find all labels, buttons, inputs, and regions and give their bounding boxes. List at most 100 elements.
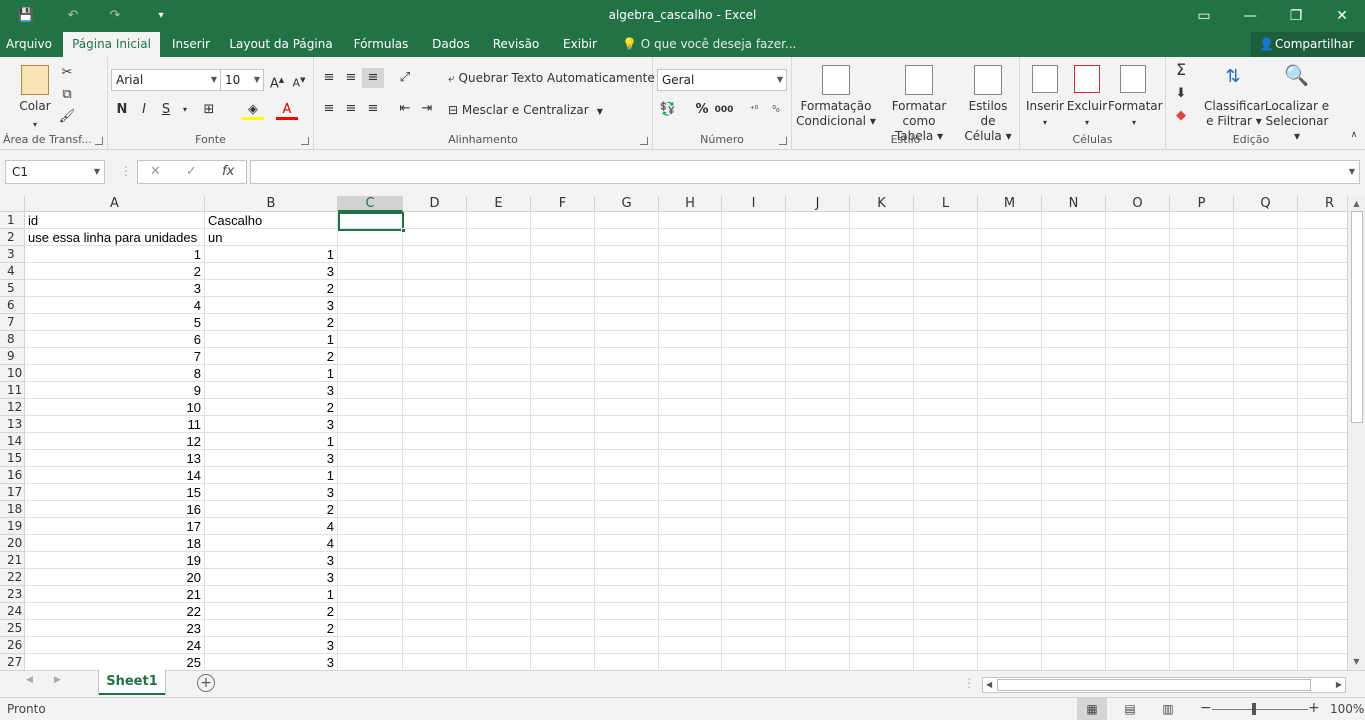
tab-review[interactable]: Revisão [485, 32, 547, 57]
cell-a24[interactable]: 22 [25, 603, 205, 620]
horizontal-scrollbar[interactable]: ◀ ▶ [982, 677, 1346, 693]
cell-p2[interactable] [1170, 229, 1234, 246]
cell-n26[interactable] [1042, 637, 1106, 654]
cell-d14[interactable] [403, 433, 467, 450]
cell-d22[interactable] [403, 569, 467, 586]
cell-k18[interactable] [850, 501, 914, 518]
paste-dropdown-icon[interactable]: ▾ [30, 117, 40, 132]
cell-j14[interactable] [786, 433, 850, 450]
cell-o15[interactable] [1106, 450, 1170, 467]
zoom-slider[interactable]: − + [1200, 700, 1320, 716]
cell-b3[interactable]: 1 [205, 246, 338, 263]
cell-c18[interactable] [338, 501, 403, 518]
cell-h6[interactable] [659, 297, 722, 314]
cell-b26[interactable]: 3 [205, 637, 338, 654]
row-header[interactable]: 23 [0, 586, 25, 603]
comma-style-button[interactable]: 000 [713, 100, 735, 120]
cell-a1[interactable]: id [25, 212, 205, 229]
cell-k4[interactable] [850, 263, 914, 280]
cell-n17[interactable] [1042, 484, 1106, 501]
accounting-format-icon[interactable]: 💱 [657, 100, 679, 120]
cell-l18[interactable] [914, 501, 978, 518]
cell-k23[interactable] [850, 586, 914, 603]
active-cell-c1[interactable] [338, 212, 406, 233]
cell-n25[interactable] [1042, 620, 1106, 637]
grow-font-icon[interactable]: A▲ [266, 70, 288, 91]
cell-o4[interactable] [1106, 263, 1170, 280]
cell-a11[interactable]: 9 [25, 382, 205, 399]
format-painter-icon[interactable]: 🖌 [56, 107, 78, 127]
cell-c15[interactable] [338, 450, 403, 467]
cell-p20[interactable] [1170, 535, 1234, 552]
cell-c14[interactable] [338, 433, 403, 450]
cell-p11[interactable] [1170, 382, 1234, 399]
cell-d9[interactable] [403, 348, 467, 365]
cell-i26[interactable] [722, 637, 786, 654]
cell-c11[interactable] [338, 382, 403, 399]
cell-i18[interactable] [722, 501, 786, 518]
cell-i4[interactable] [722, 263, 786, 280]
align-middle-icon[interactable]: ≡ [340, 68, 362, 88]
cell-b1[interactable]: Cascalho [205, 212, 338, 229]
cell-l14[interactable] [914, 433, 978, 450]
cell-n8[interactable] [1042, 331, 1106, 348]
cell-n1[interactable] [1042, 212, 1106, 229]
cell-j9[interactable] [786, 348, 850, 365]
cell-h21[interactable] [659, 552, 722, 569]
close-icon[interactable]: ✕ [1319, 0, 1365, 32]
cell-j15[interactable] [786, 450, 850, 467]
restore-icon[interactable]: ❐ [1273, 0, 1319, 32]
cell-n11[interactable] [1042, 382, 1106, 399]
tab-data[interactable]: Dados [424, 32, 478, 57]
cell-j13[interactable] [786, 416, 850, 433]
cell-f3[interactable] [531, 246, 595, 263]
cell-l21[interactable] [914, 552, 978, 569]
cell-q5[interactable] [1234, 280, 1298, 297]
column-header-b[interactable]: B [205, 196, 338, 212]
cell-k22[interactable] [850, 569, 914, 586]
cell-l9[interactable] [914, 348, 978, 365]
cell-l25[interactable] [914, 620, 978, 637]
cell-p9[interactable] [1170, 348, 1234, 365]
cell-j21[interactable] [786, 552, 850, 569]
row-header[interactable]: 22 [0, 569, 25, 586]
cell-c23[interactable] [338, 586, 403, 603]
cell-b5[interactable]: 2 [205, 280, 338, 297]
cell-k5[interactable] [850, 280, 914, 297]
cell-q16[interactable] [1234, 467, 1298, 484]
cell-i6[interactable] [722, 297, 786, 314]
cell-j6[interactable] [786, 297, 850, 314]
cell-q4[interactable] [1234, 263, 1298, 280]
align-left-icon[interactable]: ≡ [318, 99, 340, 119]
cell-m13[interactable] [978, 416, 1042, 433]
column-header-p[interactable]: P [1170, 196, 1234, 212]
cell-l3[interactable] [914, 246, 978, 263]
cell-c2[interactable] [338, 229, 403, 246]
cell-l20[interactable] [914, 535, 978, 552]
cell-j10[interactable] [786, 365, 850, 382]
cell-m14[interactable] [978, 433, 1042, 450]
cell-c13[interactable] [338, 416, 403, 433]
cell-q8[interactable] [1234, 331, 1298, 348]
cell-q22[interactable] [1234, 569, 1298, 586]
cell-q17[interactable] [1234, 484, 1298, 501]
cell-a25[interactable]: 23 [25, 620, 205, 637]
cell-a3[interactable]: 1 [25, 246, 205, 263]
cell-f20[interactable] [531, 535, 595, 552]
cell-a5[interactable]: 3 [25, 280, 205, 297]
cell-l16[interactable] [914, 467, 978, 484]
cell-k21[interactable] [850, 552, 914, 569]
cell-i7[interactable] [722, 314, 786, 331]
bold-button[interactable]: N [111, 100, 133, 120]
cell-o16[interactable] [1106, 467, 1170, 484]
horizontal-scroll-thumb[interactable] [997, 679, 1311, 691]
column-header-c[interactable]: C [338, 196, 403, 212]
cell-o10[interactable] [1106, 365, 1170, 382]
copy-icon[interactable]: ⧉ [56, 85, 78, 105]
cell-c5[interactable] [338, 280, 403, 297]
worksheet-grid[interactable]: ABCDEFGHIJKLMNOPQR 1 id Cascalho 2 use essa … [0, 196, 1365, 670]
column-header-a[interactable]: A [25, 196, 205, 212]
cell-f21[interactable] [531, 552, 595, 569]
cell-d16[interactable] [403, 467, 467, 484]
fill-handle[interactable] [401, 228, 406, 233]
